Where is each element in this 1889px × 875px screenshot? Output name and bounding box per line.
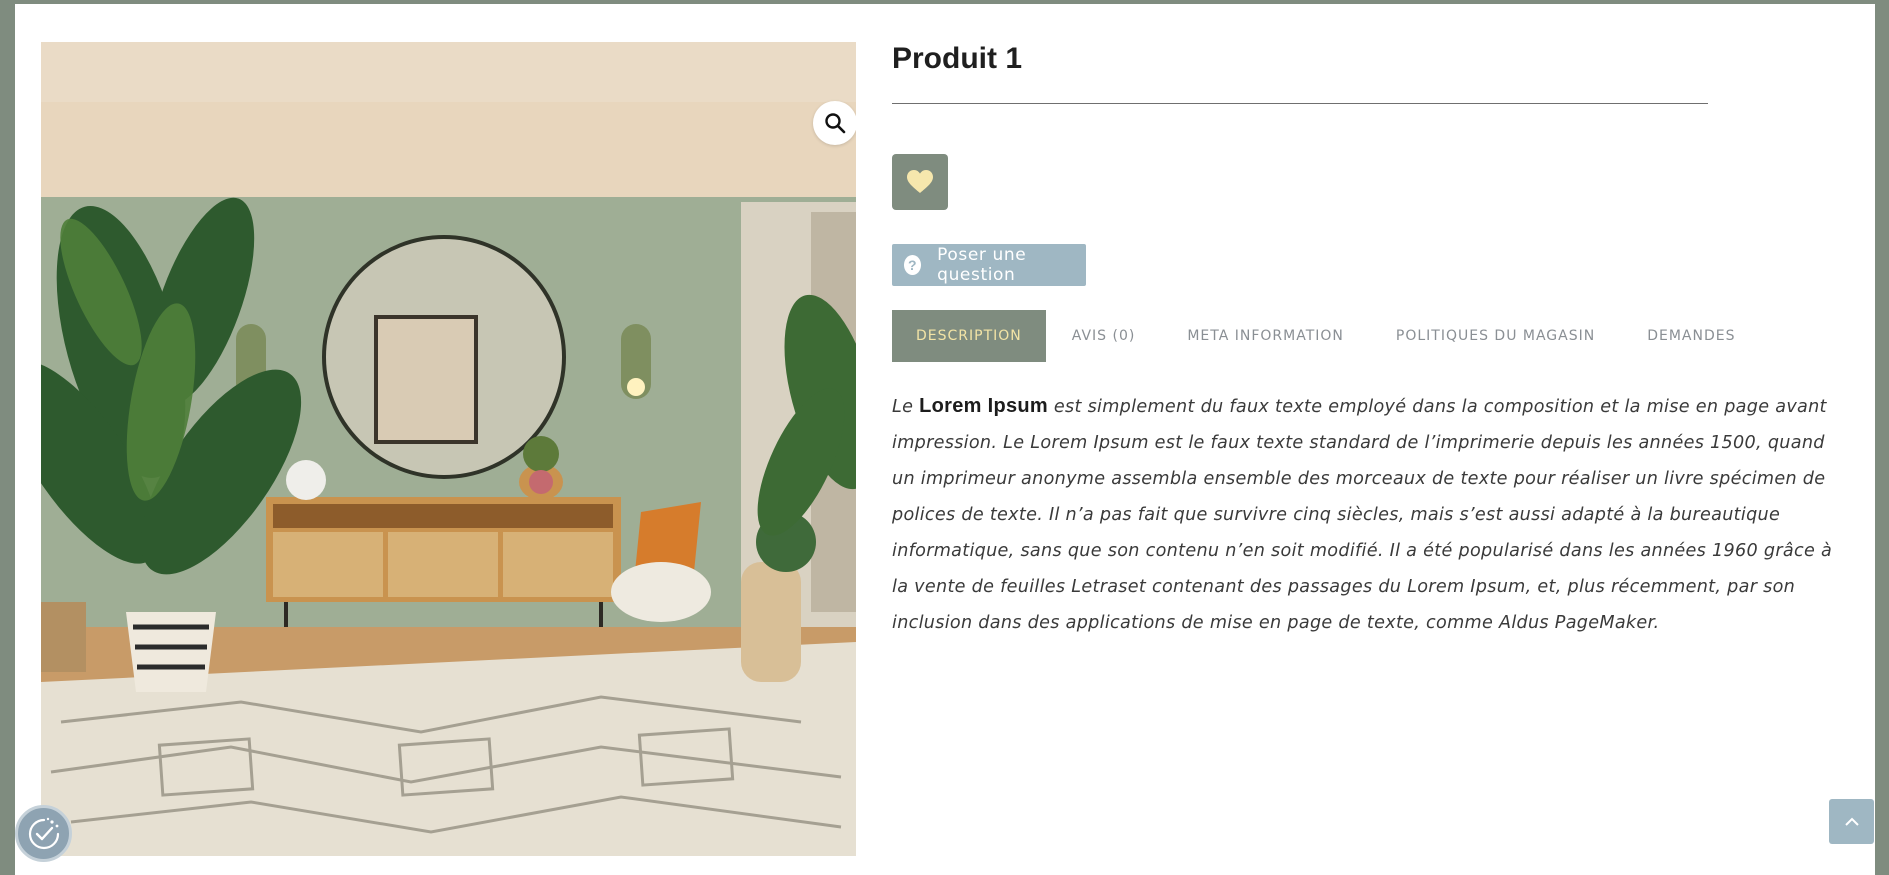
tab-reviews[interactable]: AVIS (0) xyxy=(1046,310,1162,362)
zoom-button[interactable] xyxy=(813,101,856,145)
product-image[interactable] xyxy=(41,42,856,856)
question-circle-icon: ? xyxy=(904,255,922,275)
description-bold: Lorem Ipsum xyxy=(919,395,1049,417)
ask-question-label: Poser une question xyxy=(937,245,1027,285)
cookie-consent-icon xyxy=(28,817,59,849)
description-lead: Le xyxy=(892,397,920,417)
ask-question-button[interactable]: ? Poser une question xyxy=(892,244,1086,286)
magnifier-icon xyxy=(825,113,846,134)
heart-icon xyxy=(907,170,933,193)
back-to-top-button[interactable] xyxy=(1829,799,1874,844)
product-title: Produit 1 xyxy=(892,42,1023,75)
title-divider xyxy=(892,103,1708,104)
product-tabs: DESCRIPTION AVIS (0) META INFORMATION PO… xyxy=(892,310,1762,362)
tab-description[interactable]: DESCRIPTION xyxy=(892,310,1046,362)
wishlist-button[interactable] xyxy=(892,154,948,210)
product-page: Produit 1 ? Poser une question DESCRIPTI… xyxy=(15,4,1875,875)
product-description: Le Lorem Ipsum est simplement du faux te… xyxy=(892,388,1852,641)
tab-meta-information[interactable]: META INFORMATION xyxy=(1161,310,1370,362)
chevron-up-icon xyxy=(1844,817,1859,826)
description-body: est simplement du faux texte employé dan… xyxy=(892,397,1833,633)
tab-inquiries[interactable]: DEMANDES xyxy=(1621,310,1761,362)
cookie-consent-button[interactable] xyxy=(15,805,72,862)
living-room-illustration xyxy=(41,42,856,856)
tab-store-policies[interactable]: POLITIQUES DU MAGASIN xyxy=(1370,310,1621,362)
